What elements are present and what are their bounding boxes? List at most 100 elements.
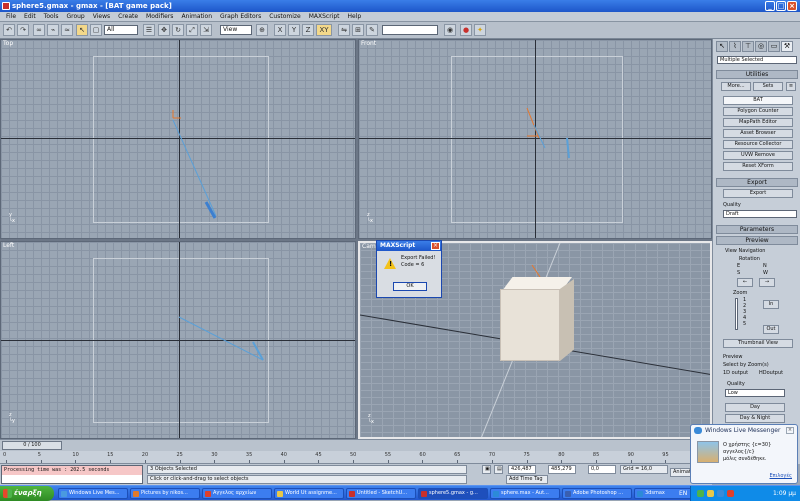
viewport-front[interactable]: Front z └x [358,39,712,239]
motion-tab-icon[interactable]: ◎ [755,41,767,52]
timeline-ruler[interactable]: 0510152025303540455055606570758085909510… [0,451,712,463]
taskbar-button[interactable]: Windows Live Mes... [58,488,128,499]
preview-rollout[interactable]: Preview [716,236,798,245]
bind-icon[interactable]: ≈ [61,24,73,36]
preview-quality-select[interactable]: Low [725,389,785,397]
y-coordinate-field[interactable]: 485,279 [548,465,576,474]
undo-icon[interactable]: ↶ [3,24,15,36]
maximize-button[interactable]: □ [776,1,786,11]
lock-icon[interactable]: ▣ [482,465,491,474]
taskbar-button[interactable]: Αγγελος αρχείων [202,488,272,499]
menu-animation[interactable]: Animation [177,12,216,21]
menu-maxscript[interactable]: MAXScript [305,12,344,21]
named-selection-icon[interactable]: ✎ [366,24,378,36]
configure-icon[interactable]: ≡ [786,82,796,91]
utility-uvw-remove-button[interactable]: UVW Remove [723,151,793,160]
export-quality-select[interactable]: Draft [723,210,797,218]
zoom-out-button[interactable]: Out [763,325,779,334]
dialog-close-button[interactable]: × [431,242,440,250]
export-button[interactable]: Export [723,189,793,198]
tray-messenger-icon[interactable] [717,490,724,497]
clock[interactable]: 1:09 μμ [773,486,796,501]
utility-resource-collector-button[interactable]: Resource Collector [723,140,793,149]
tray-antivirus-icon[interactable] [727,490,734,497]
utilities-rollout[interactable]: Utilities [716,70,798,79]
taskbar-button[interactable]: Untitled - SketchU... [346,488,416,499]
thumbnail-view-button[interactable]: Thumbnail View [723,339,793,348]
squash-icon[interactable]: ⇲ [200,24,212,36]
time-slider-thumb[interactable]: 0 / 100 [2,441,62,450]
language-indicator[interactable]: EN [679,486,687,501]
output-hd-radio[interactable]: HDoutput [759,370,783,376]
utilities-tab-icon[interactable]: ⚒ [781,41,793,52]
day-night-button[interactable]: Day & Night [725,414,785,423]
display-tab-icon[interactable]: ▭ [768,41,780,52]
redo-icon[interactable]: ↷ [17,24,29,36]
quick-render-icon[interactable]: ✦ [474,24,486,36]
select-by-name-icon[interactable]: ☰ [143,24,155,36]
viewport-front-label[interactable]: Front [361,40,376,47]
axis-z-icon[interactable]: Z [302,24,314,36]
menu-create[interactable]: Create [114,12,142,21]
taskbar-button[interactable]: Pictures by nikos... [130,488,200,499]
absolute-mode-icon[interactable]: ▤ [494,465,503,474]
messenger-toast[interactable]: Windows Live Messenger × Ο χρήστης {c=30… [690,424,798,484]
compass-east[interactable]: E [737,263,740,269]
dialog-ok-button[interactable]: OK [393,282,427,291]
selection-name-field[interactable]: Multiple Selected [717,56,797,64]
x-coordinate-field[interactable]: 426,487 [508,465,536,474]
utility-reset-xform-button[interactable]: Reset XForm [723,162,793,171]
toast-options-link[interactable]: Επιλογές [770,473,792,479]
viewport-left[interactable]: Left z └y [0,241,356,439]
menu-file[interactable]: File [2,12,20,21]
move-icon[interactable]: ✥ [158,24,170,36]
menu-help[interactable]: Help [344,12,366,21]
sets-button[interactable]: Sets [753,82,783,91]
taskbar-button[interactable]: World Ut assignme... [274,488,344,499]
start-button[interactable]: έναρξη [0,486,54,501]
more-button[interactable]: More... [721,82,751,91]
taskbar-button[interactable]: Adobe Photoshop ... [562,488,632,499]
utility-bat-button[interactable]: BAT [723,96,793,105]
axis-x-icon[interactable]: X [274,24,286,36]
zoom-in-button[interactable]: In [763,300,779,309]
time-slider[interactable]: 0 / 100 [0,439,712,451]
z-coordinate-field[interactable]: 0,0 [588,465,616,474]
align-icon[interactable]: ⊞ [352,24,364,36]
select-arrow-icon[interactable]: ↖ [76,24,88,36]
animate-button[interactable]: Animate [670,468,692,477]
maxscript-listener[interactable]: Processing time was : 202.5 seconds [1,465,143,484]
tray-network-icon[interactable] [697,490,704,497]
menu-views[interactable]: Views [89,12,114,21]
viewport-top[interactable]: Top y └x [0,39,356,239]
taskbar-button[interactable]: sphere.max - Aut... [490,488,560,499]
add-time-tag-button[interactable]: Add Time Tag [506,475,548,484]
viewport-top-label[interactable]: Top [3,40,13,47]
menu-customize[interactable]: Customize [265,12,305,21]
axis-xy-button[interactable]: XY [316,24,332,36]
tray-volume-icon[interactable] [707,490,714,497]
export-rollout[interactable]: Export [716,178,798,187]
minimize-button[interactable]: _ [765,1,775,11]
output-1d-radio[interactable]: 1D output [723,370,748,376]
menu-graph-editors[interactable]: Graph Editors [216,12,265,21]
named-selection-set-select[interactable] [382,25,438,35]
menu-group[interactable]: Group [62,12,88,21]
menu-tools[interactable]: Tools [40,12,63,21]
utility-mappath-editor-button[interactable]: MapPath Editor [723,118,793,127]
compass-west[interactable]: W [763,270,768,276]
selection-filter-select[interactable]: All [104,25,138,35]
compass-north[interactable]: N [763,263,767,269]
pivot-icon[interactable]: ⊕ [256,24,268,36]
toast-close-button[interactable]: × [786,427,794,434]
link-icon[interactable]: ∞ [33,24,45,36]
material-editor-icon[interactable]: ◉ [444,24,456,36]
utility-polygon-counter-button[interactable]: Polygon Counter [723,107,793,116]
parameters-rollout[interactable]: Parameters [716,225,798,234]
menu-modifiers[interactable]: Modifiers [142,12,177,21]
day-button[interactable]: Day [725,403,785,412]
viewport-left-label[interactable]: Left [3,242,14,249]
rotate-icon[interactable]: ↻ [172,24,184,36]
region-select-icon[interactable]: ▢ [90,24,102,36]
menu-edit[interactable]: Edit [20,12,40,21]
